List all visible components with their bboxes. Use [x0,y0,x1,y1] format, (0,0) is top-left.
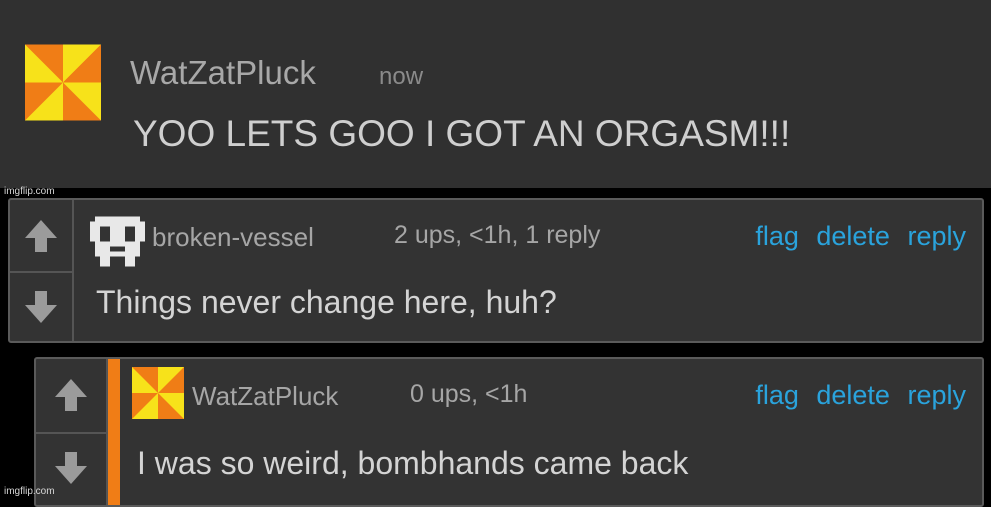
downvote-arrow-icon [55,452,87,484]
upvote-button[interactable] [36,359,106,434]
flag-link[interactable]: flag [755,221,799,251]
message-timestamp: now [379,63,424,90]
comment-meta: 0 ups, <1h [410,380,528,408]
upvote-button[interactable] [10,200,72,273]
delete-link[interactable]: delete [816,221,890,251]
vote-column [10,200,74,341]
comment-actions: flag delete reply [745,380,966,411]
pixel-mask-avatar-icon[interactable] [90,216,145,267]
reply-link[interactable]: reply [907,221,966,251]
pinwheel-avatar-icon[interactable] [25,44,101,121]
message-username[interactable]: WatZatPluck [130,54,316,92]
comment-meta: 2 ups, <1h, 1 reply [394,221,601,249]
chat-message: WatZatPluck now YOO LETS GOO I GOT AN OR… [0,0,991,188]
delete-link[interactable]: delete [816,380,890,410]
reply-comment: WatZatPluck 0 ups, <1h flag delete reply… [34,357,984,507]
comment-text: I was so weird, bombhands came back [137,445,689,481]
flag-link[interactable]: flag [755,380,799,410]
message-text: YOO LETS GOO I GOT AN ORGASM!!! [133,113,791,154]
upvote-arrow-icon [25,220,57,252]
reply-link[interactable]: reply [907,380,966,410]
vote-column [36,359,108,505]
downvote-button[interactable] [10,271,72,342]
comment-actions: flag delete reply [745,221,966,252]
watermark: imgflip.com [4,486,55,497]
downvote-arrow-icon [25,290,57,323]
pinwheel-avatar-icon[interactable] [132,367,184,419]
comment-text: Things never change here, huh? [96,284,557,320]
reply-indicator-bar [108,359,120,505]
comment: broken-vessel 2 ups, <1h, 1 reply flag d… [8,198,984,343]
upvote-arrow-icon [55,379,87,411]
watermark: imgflip.com [4,186,55,197]
comment-username[interactable]: WatZatPluck [192,381,338,412]
comment-username[interactable]: broken-vessel [152,222,314,253]
